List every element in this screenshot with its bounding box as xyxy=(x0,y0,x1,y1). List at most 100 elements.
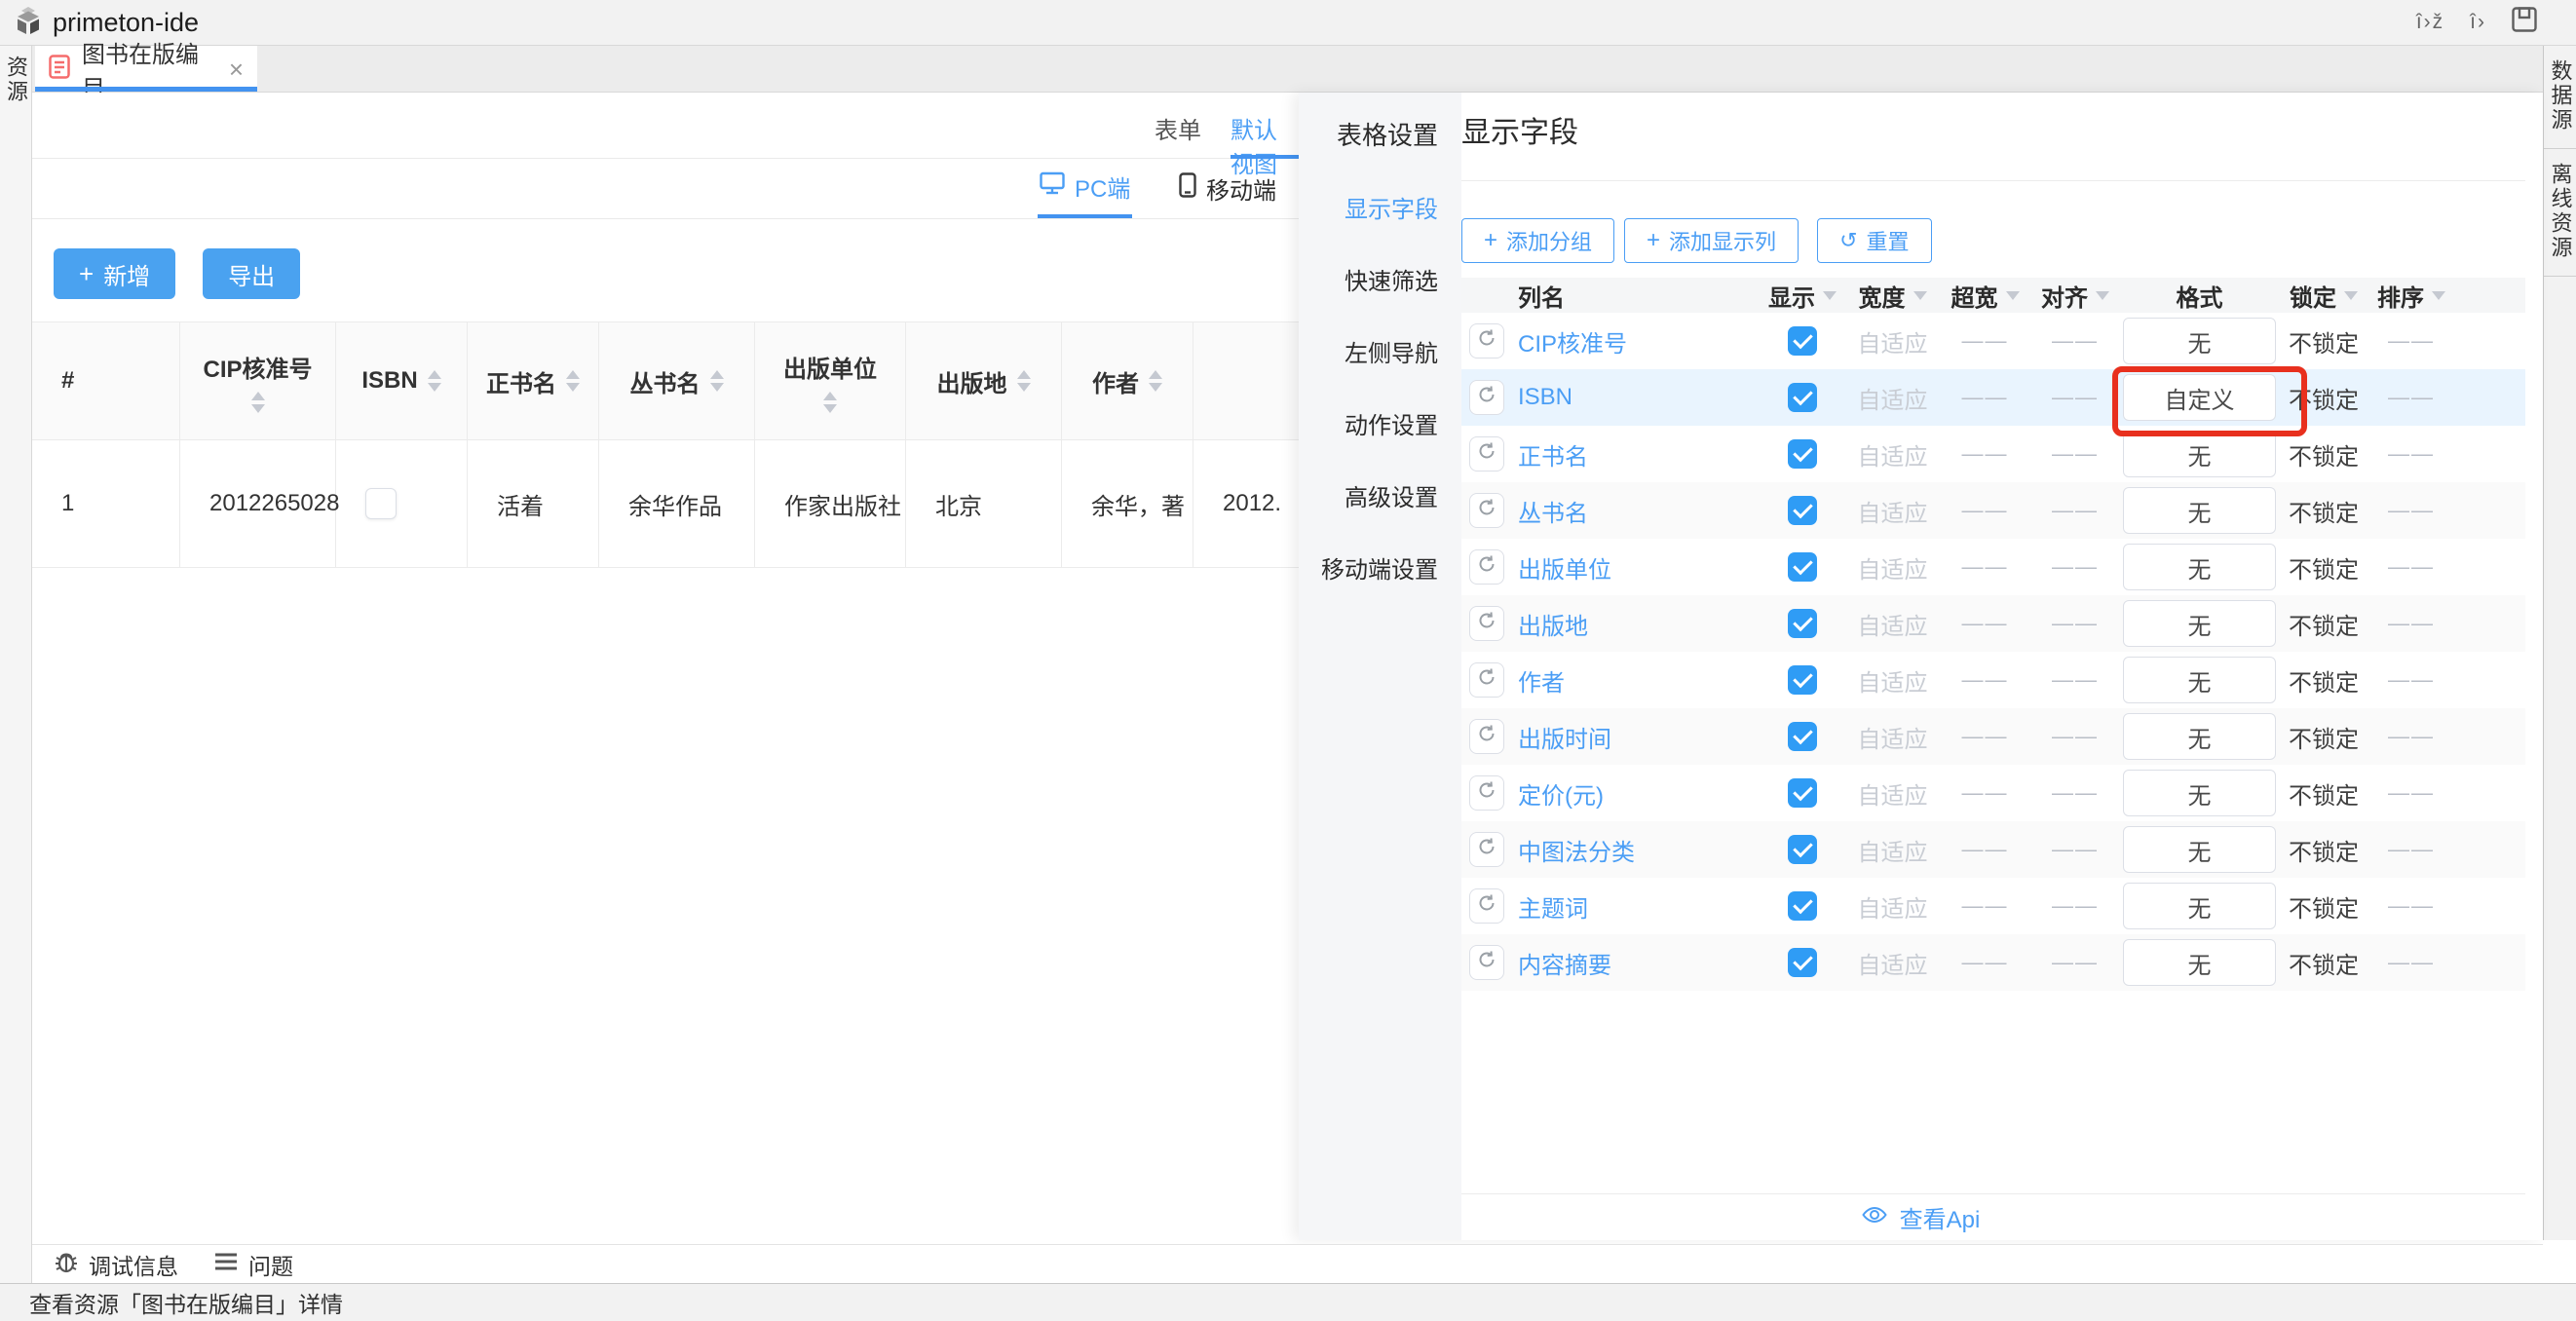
settings-menu-item[interactable]: 显示字段 xyxy=(1299,190,1461,224)
field-visible-checkbox[interactable] xyxy=(1788,496,1817,525)
column-header[interactable]: CIP核准号 xyxy=(180,322,336,439)
field-format-button[interactable]: 无 xyxy=(2123,600,2276,647)
field-format-button[interactable]: 无 xyxy=(2123,657,2276,703)
field-visible-checkbox[interactable] xyxy=(1788,722,1817,751)
field-overwide-value[interactable]: —— xyxy=(1962,328,2009,354)
field-overwide-value[interactable]: —— xyxy=(1962,554,2009,580)
field-lock-value[interactable]: 不锁定 xyxy=(2289,663,2359,698)
field-lock-value[interactable]: 不锁定 xyxy=(2289,324,2359,359)
tab-pc[interactable]: PC端 xyxy=(1038,159,1132,218)
column-header[interactable]: 出版地 xyxy=(906,322,1062,439)
field-refresh-button[interactable] xyxy=(1469,662,1504,698)
field-visible-checkbox[interactable] xyxy=(1788,891,1817,921)
field-format-button[interactable]: 无 xyxy=(2123,883,2276,929)
field-name-link[interactable]: 主题词 xyxy=(1518,889,1588,924)
field-align-value[interactable]: —— xyxy=(2052,667,2099,693)
sort-arrows-icon[interactable] xyxy=(1149,370,1162,392)
field-align-value[interactable]: —— xyxy=(2052,950,2099,975)
row-checkbox[interactable] xyxy=(365,488,397,519)
field-lock-value[interactable]: 不锁定 xyxy=(2289,381,2359,415)
field-align-value[interactable]: —— xyxy=(2052,385,2099,410)
export-button[interactable]: 导出 xyxy=(203,248,300,299)
field-refresh-button[interactable] xyxy=(1469,606,1504,641)
field-name-link[interactable]: 出版单位 xyxy=(1518,550,1611,585)
sort-arrows-icon[interactable] xyxy=(428,370,441,392)
field-refresh-button[interactable] xyxy=(1469,945,1504,980)
field-lock-value[interactable]: 不锁定 xyxy=(2289,437,2359,472)
save-icon[interactable] xyxy=(2512,7,2537,38)
close-icon[interactable]: × xyxy=(229,57,244,82)
fields-column-header[interactable]: 排序 xyxy=(2368,279,2455,313)
field-width-value[interactable]: 自适应 xyxy=(1858,324,1928,359)
field-lock-value[interactable]: 不锁定 xyxy=(2289,607,2359,641)
field-width-value[interactable]: 自适应 xyxy=(1858,720,1928,754)
add-button[interactable]: + 新增 xyxy=(54,248,175,299)
field-sort-value[interactable]: —— xyxy=(2388,611,2435,636)
field-refresh-button[interactable] xyxy=(1469,832,1504,867)
field-lock-value[interactable]: 不锁定 xyxy=(2289,550,2359,585)
field-sort-value[interactable]: —— xyxy=(2388,385,2435,410)
field-visible-checkbox[interactable] xyxy=(1788,439,1817,469)
field-name-link[interactable]: 正书名 xyxy=(1518,437,1588,472)
field-refresh-button[interactable] xyxy=(1469,436,1504,472)
settings-menu-item[interactable]: 快速筛选 xyxy=(1299,262,1461,296)
field-width-value[interactable]: 自适应 xyxy=(1858,946,1928,980)
field-name-link[interactable]: 作者 xyxy=(1518,663,1565,698)
column-header[interactable]: ISBN xyxy=(336,322,468,439)
field-overwide-value[interactable]: —— xyxy=(1962,780,2009,806)
field-format-button[interactable]: 无 xyxy=(2123,826,2276,873)
field-refresh-button[interactable] xyxy=(1469,493,1504,528)
debug-info-button[interactable]: 调试信息 xyxy=(54,1248,178,1281)
resources-rail-label[interactable]: 资源 xyxy=(0,56,31,1283)
datasource-rail-item[interactable]: 数据源 xyxy=(2544,46,2576,149)
field-align-value[interactable]: —— xyxy=(2052,554,2099,580)
field-overwide-value[interactable]: —— xyxy=(1962,893,2009,919)
settings-menu-item[interactable]: 动作设置 xyxy=(1299,406,1461,440)
field-align-value[interactable]: —— xyxy=(2052,893,2099,919)
field-sort-value[interactable]: —— xyxy=(2388,724,2435,749)
field-overwide-value[interactable]: —— xyxy=(1962,611,2009,636)
field-overwide-value[interactable]: —— xyxy=(1962,724,2009,749)
field-visible-checkbox[interactable] xyxy=(1788,778,1817,808)
column-header[interactable]: 出版单位 xyxy=(755,322,906,439)
field-refresh-button[interactable] xyxy=(1469,719,1504,754)
field-refresh-button[interactable] xyxy=(1469,380,1504,415)
settings-menu-item[interactable]: 左侧导航 xyxy=(1299,334,1461,368)
field-visible-checkbox[interactable] xyxy=(1788,948,1817,977)
add-group-button[interactable]: + 添加分组 xyxy=(1461,218,1614,263)
field-sort-value[interactable]: —— xyxy=(2388,893,2435,919)
field-name-link[interactable]: 丛书名 xyxy=(1518,494,1588,528)
field-name-link[interactable]: 出版地 xyxy=(1518,607,1588,641)
field-visible-checkbox[interactable] xyxy=(1788,665,1817,695)
field-refresh-button[interactable] xyxy=(1469,775,1504,811)
chevron-down-icon[interactable] xyxy=(2344,291,2358,300)
fields-column-header[interactable]: 显示 xyxy=(1759,279,1846,313)
field-name-link[interactable]: 中图法分类 xyxy=(1518,833,1635,867)
field-name-link[interactable]: ISBN xyxy=(1518,384,1572,411)
field-name-link[interactable]: 定价(元) xyxy=(1518,776,1604,811)
document-tab[interactable]: 图书在版编目 × xyxy=(35,46,257,92)
sort-arrows-icon[interactable] xyxy=(710,370,724,392)
field-align-value[interactable]: —— xyxy=(2052,498,2099,523)
field-format-button[interactable]: 无 xyxy=(2123,713,2276,760)
tab-form[interactable]: 表单 xyxy=(1155,111,1201,145)
sort-arrows-icon[interactable] xyxy=(251,392,265,413)
field-sort-value[interactable]: —— xyxy=(2388,950,2435,975)
field-visible-checkbox[interactable] xyxy=(1788,383,1817,412)
settings-menu-item[interactable]: 高级设置 xyxy=(1299,478,1461,512)
field-visible-checkbox[interactable] xyxy=(1788,835,1817,864)
fields-column-header[interactable]: 超宽 xyxy=(1939,279,2031,313)
field-align-value[interactable]: —— xyxy=(2052,441,2099,467)
field-format-button[interactable]: 无 xyxy=(2123,318,2276,364)
field-overwide-value[interactable]: —— xyxy=(1962,667,2009,693)
field-overwide-value[interactable]: —— xyxy=(1962,441,2009,467)
field-width-value[interactable]: 自适应 xyxy=(1858,833,1928,867)
field-name-link[interactable]: 出版时间 xyxy=(1518,720,1611,754)
sort-arrows-icon[interactable] xyxy=(566,370,580,392)
field-name-link[interactable]: 内容摘要 xyxy=(1518,946,1611,980)
field-format-button[interactable]: 无 xyxy=(2123,544,2276,590)
field-align-value[interactable]: —— xyxy=(2052,611,2099,636)
field-lock-value[interactable]: 不锁定 xyxy=(2289,946,2359,980)
field-width-value[interactable]: 自适应 xyxy=(1858,889,1928,924)
field-sort-value[interactable]: —— xyxy=(2388,554,2435,580)
